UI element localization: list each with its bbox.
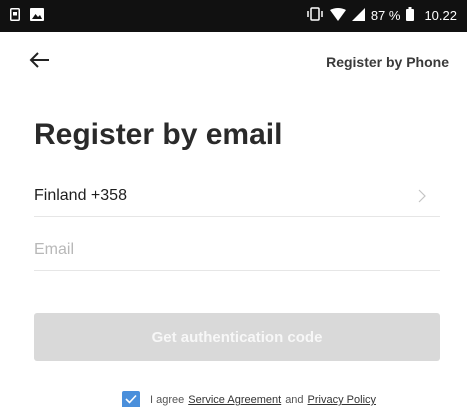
sim-notification-icon bbox=[10, 8, 20, 26]
get-authentication-code-button[interactable]: Get authentication code bbox=[34, 313, 440, 361]
signal-icon bbox=[351, 7, 365, 24]
status-bar-left bbox=[10, 8, 44, 26]
status-bar: 87 % 10.22 bbox=[0, 0, 467, 32]
check-icon bbox=[125, 394, 137, 407]
status-bar-right: 87 % 10.22 bbox=[306, 7, 457, 24]
vibrate-icon bbox=[306, 7, 324, 24]
email-field[interactable] bbox=[34, 232, 440, 268]
chevron-right-icon bbox=[416, 188, 428, 204]
agreement-and: and bbox=[285, 394, 304, 406]
battery-icon bbox=[406, 7, 415, 24]
wifi-icon bbox=[329, 7, 346, 24]
privacy-policy-link[interactable]: Privacy Policy bbox=[308, 394, 376, 406]
header: Register by Phone bbox=[0, 40, 467, 84]
register-by-phone-link[interactable]: Register by Phone bbox=[326, 54, 449, 70]
email-field-container bbox=[34, 232, 440, 271]
service-agreement-link[interactable]: Service Agreement bbox=[188, 394, 281, 406]
agreement-checkbox[interactable] bbox=[122, 391, 140, 407]
arrow-left-icon bbox=[28, 52, 52, 76]
country-code-value: Finland +358 bbox=[34, 187, 127, 204]
back-button[interactable] bbox=[28, 48, 52, 72]
agreement-row: I agree Service Agreement and Privacy Po… bbox=[122, 391, 376, 407]
agreement-prefix: I agree bbox=[150, 394, 185, 406]
battery-percent: 87 % bbox=[370, 8, 401, 23]
register-screen: 87 % 10.22 Register by Phone Register by… bbox=[0, 0, 467, 407]
page-title: Register by email bbox=[34, 118, 283, 151]
country-selector[interactable]: Finland +358 bbox=[34, 178, 440, 217]
image-notification-icon bbox=[30, 8, 44, 26]
status-time: 10.22 bbox=[424, 8, 457, 23]
